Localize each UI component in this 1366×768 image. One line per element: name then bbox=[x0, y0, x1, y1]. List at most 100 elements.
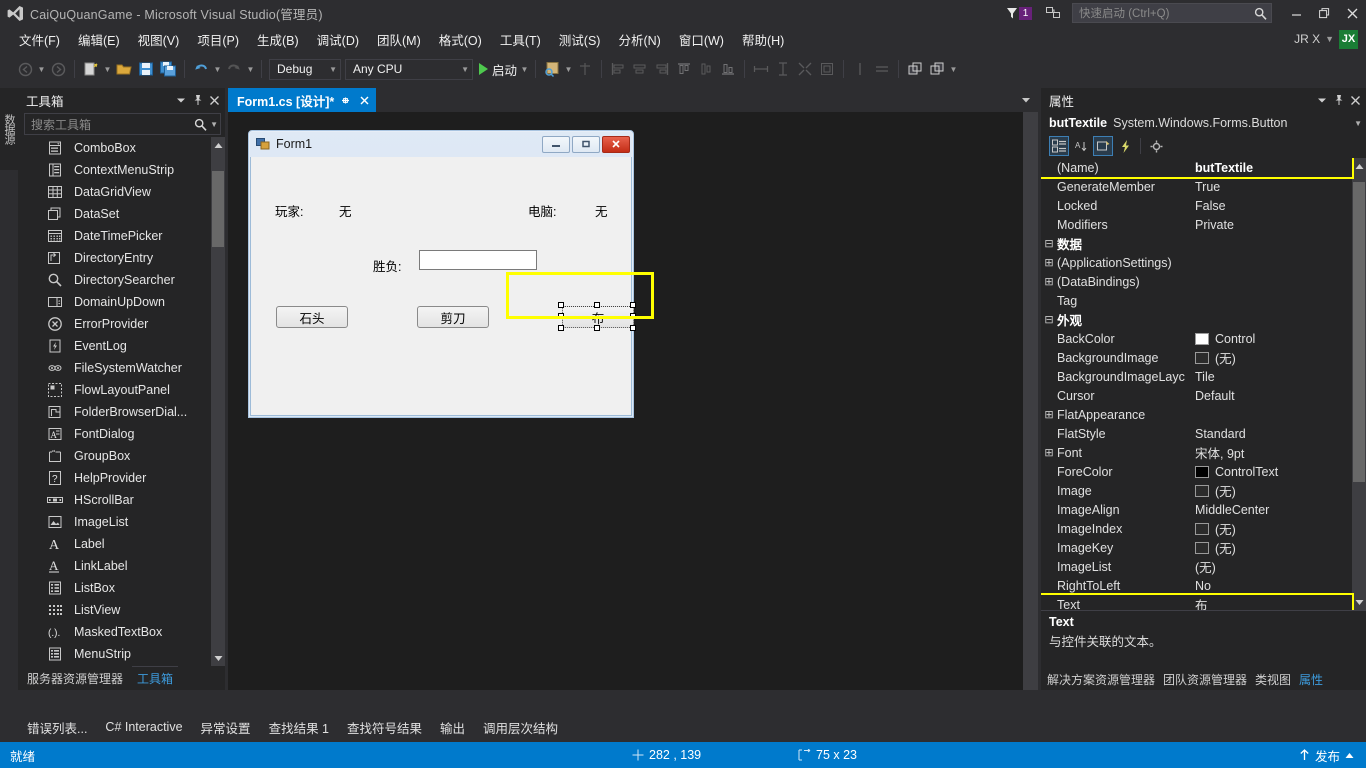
property-row[interactable]: ImageList (无) bbox=[1041, 557, 1352, 576]
new-project-icon[interactable] bbox=[80, 58, 102, 80]
toolbox-item[interactable]: (.). MaskedTextBox bbox=[24, 621, 211, 643]
tab-error-list[interactable]: 错误列表... bbox=[18, 714, 96, 741]
align-bottoms-icon[interactable] bbox=[717, 58, 739, 80]
collapse-icon[interactable]: ⊟ bbox=[1041, 313, 1057, 326]
tab-call-hierarchy[interactable]: 调用层次结构 bbox=[474, 714, 567, 741]
toolbox-item[interactable]: HScrollBar bbox=[24, 489, 211, 511]
property-row[interactable]: BackColor Control bbox=[1041, 329, 1352, 348]
property-row[interactable]: (Name) butTextile bbox=[1041, 158, 1354, 179]
toolbox-item[interactable]: ErrorProvider bbox=[24, 313, 211, 335]
menu-team[interactable]: 团队(M) bbox=[368, 27, 430, 52]
winform-maximize-button[interactable] bbox=[572, 135, 600, 153]
property-row[interactable]: BackgroundImage (无) bbox=[1041, 348, 1352, 367]
platform-combo[interactable]: Any CPU ▼ bbox=[345, 58, 473, 80]
send-feedback-icon[interactable] bbox=[1042, 3, 1064, 23]
property-value-cell[interactable]: True bbox=[1195, 180, 1352, 194]
align-rights-icon[interactable] bbox=[651, 58, 673, 80]
toolbox-item[interactable]: DirectorySearcher bbox=[24, 269, 211, 291]
account-area[interactable]: JR X ▼ JX bbox=[1294, 29, 1366, 49]
toolbox-item[interactable]: A Label bbox=[24, 533, 211, 555]
pin-tab-icon[interactable] bbox=[338, 91, 353, 109]
scissors-button[interactable]: 剪刀 bbox=[417, 306, 489, 328]
toolbox-search-options-icon[interactable]: ▼ bbox=[210, 120, 218, 129]
notifications-button[interactable]: 1 bbox=[1004, 5, 1032, 21]
property-row[interactable]: ImageKey (无) bbox=[1041, 538, 1352, 557]
property-row[interactable]: ⊞ (DataBindings) bbox=[1041, 272, 1352, 291]
toolbox-pin-icon[interactable] bbox=[189, 90, 206, 110]
toolbox-item[interactable]: ListBox bbox=[24, 577, 211, 599]
property-value-cell[interactable]: (无) bbox=[1195, 557, 1352, 576]
property-row[interactable]: Locked False bbox=[1041, 196, 1352, 215]
menu-tools[interactable]: 工具(T) bbox=[491, 27, 550, 52]
grip-bottom-left[interactable] bbox=[558, 325, 564, 331]
properties-close-icon[interactable] bbox=[1347, 90, 1364, 110]
open-file-icon[interactable] bbox=[113, 58, 135, 80]
menu-build[interactable]: 生成(B) bbox=[248, 27, 308, 52]
preview-selected-items-icon[interactable] bbox=[541, 58, 563, 80]
toolbox-item[interactable]: ContextMenuStrip bbox=[24, 159, 211, 181]
expand-icon[interactable]: ⊞ bbox=[1041, 275, 1057, 288]
toolbar-overflow-icon[interactable]: ▼ bbox=[948, 58, 959, 80]
toolbox-close-icon[interactable] bbox=[206, 90, 223, 110]
tab-properties[interactable]: 属性 bbox=[1299, 671, 1323, 688]
undo-caret-icon[interactable]: ▼ bbox=[212, 58, 223, 80]
send-to-back-icon[interactable] bbox=[926, 58, 948, 80]
properties-object-selector[interactable]: butTextile System.Windows.Forms.Button ▼ bbox=[1041, 112, 1366, 134]
property-row[interactable]: ImageIndex (无) bbox=[1041, 519, 1352, 538]
collapse-icon[interactable]: ⊟ bbox=[1041, 237, 1057, 250]
bring-to-front-icon[interactable] bbox=[904, 58, 926, 80]
scroll-down-icon[interactable] bbox=[1352, 594, 1366, 610]
toolbox-item[interactable]: GroupBox bbox=[24, 445, 211, 467]
properties-pin-icon[interactable] bbox=[1330, 90, 1347, 110]
properties-view-button[interactable] bbox=[1093, 136, 1113, 156]
quick-launch-input[interactable]: 快速启动 (Ctrl+Q) bbox=[1072, 3, 1272, 23]
toolbox-search-input[interactable]: 搜索工具箱 ▼ bbox=[24, 113, 221, 135]
property-row[interactable]: Text 布 bbox=[1041, 593, 1354, 610]
rock-button[interactable]: 石头 bbox=[276, 306, 348, 328]
property-row[interactable]: ⊞ FlatAppearance bbox=[1041, 405, 1352, 424]
property-value-cell[interactable]: (无) bbox=[1195, 538, 1352, 557]
active-files-dropdown-icon[interactable] bbox=[1018, 92, 1034, 108]
property-value-cell[interactable]: False bbox=[1195, 199, 1352, 213]
toolbox-dropdown-icon[interactable] bbox=[172, 90, 189, 110]
scroll-up-icon[interactable] bbox=[211, 137, 225, 153]
property-row[interactable]: FlatStyle Standard bbox=[1041, 424, 1352, 443]
toolbox-item[interactable]: A LinkLabel bbox=[24, 555, 211, 577]
toolbox-item[interactable]: DateTimePicker bbox=[24, 225, 211, 247]
property-row[interactable]: Tag bbox=[1041, 291, 1352, 310]
tab-csharp-interactive[interactable]: C# Interactive bbox=[96, 716, 191, 738]
tab-team-explorer[interactable]: 团队资源管理器 bbox=[1163, 671, 1247, 688]
toolbox-item[interactable]: ListView bbox=[24, 599, 211, 621]
configuration-combo[interactable]: Debug ▼ bbox=[269, 58, 341, 80]
make-horizontal-spacing-equal-icon[interactable] bbox=[849, 58, 871, 80]
property-row[interactable]: ⊞ (ApplicationSettings) bbox=[1041, 253, 1352, 272]
properties-dropdown-icon[interactable] bbox=[1313, 90, 1330, 110]
expand-icon[interactable]: ⊞ bbox=[1041, 256, 1057, 269]
grip-bottom-right[interactable] bbox=[630, 325, 636, 331]
chevron-up-icon[interactable] bbox=[1345, 752, 1354, 759]
document-tab-form1-designer[interactable]: Form1.cs [设计]* bbox=[228, 88, 377, 112]
tab-find-results-1[interactable]: 查找结果 1 bbox=[260, 714, 338, 741]
align-middles-icon[interactable] bbox=[695, 58, 717, 80]
start-caret-icon[interactable]: ▼ bbox=[519, 58, 530, 80]
properties-grid[interactable]: (Name) butTextile GenerateMember True Locked… bbox=[1041, 158, 1366, 610]
winform-minimize-button[interactable] bbox=[542, 135, 570, 153]
toolbox-item[interactable]: ? HelpProvider bbox=[24, 467, 211, 489]
save-all-icon[interactable] bbox=[157, 58, 179, 80]
categorized-view-button[interactable] bbox=[1049, 136, 1069, 156]
search-icon[interactable] bbox=[194, 118, 207, 131]
toolbox-item[interactable]: FlowLayoutPanel bbox=[24, 379, 211, 401]
property-row[interactable]: RightToLeft No bbox=[1041, 576, 1352, 595]
menu-debug[interactable]: 调试(D) bbox=[308, 27, 368, 52]
scroll-up-icon[interactable] bbox=[1352, 158, 1366, 174]
property-value-cell[interactable]: Standard bbox=[1195, 427, 1352, 441]
scrollbar-thumb[interactable] bbox=[1353, 182, 1365, 482]
property-row[interactable]: Image (无) bbox=[1041, 481, 1352, 500]
property-row[interactable]: ImageAlign MiddleCenter bbox=[1041, 500, 1352, 519]
grip-bottom-center[interactable] bbox=[594, 325, 600, 331]
tab-exception-settings[interactable]: 异常设置 bbox=[192, 714, 260, 741]
property-value-cell[interactable]: Control bbox=[1195, 332, 1352, 346]
designer-vertical-scrollbar[interactable] bbox=[1023, 112, 1038, 690]
minimize-button[interactable] bbox=[1282, 0, 1310, 26]
tab-server-explorer[interactable]: 服务器资源管理器 bbox=[22, 667, 128, 690]
